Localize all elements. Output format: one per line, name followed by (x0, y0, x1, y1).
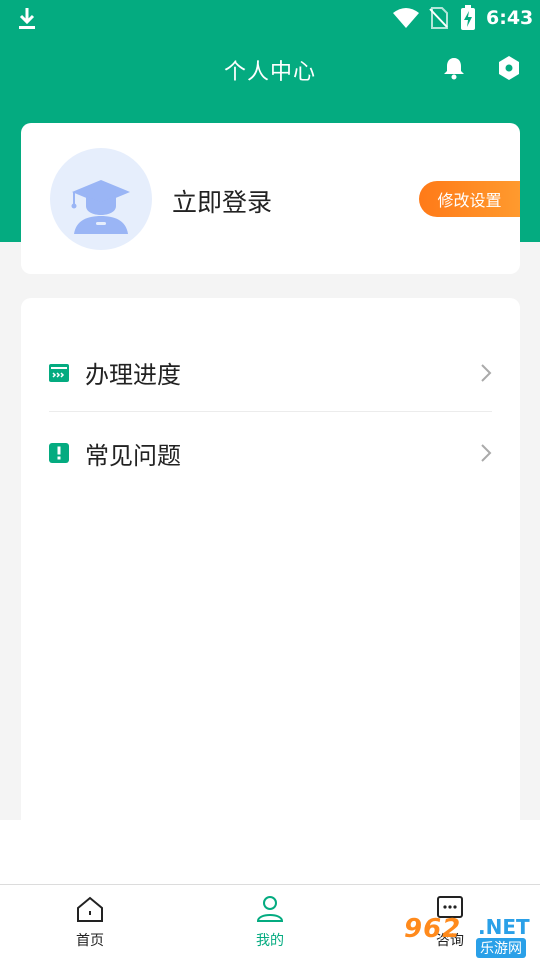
tab-mine[interactable]: 我的 (220, 895, 320, 950)
menu-item-label: 办理进度 (85, 361, 181, 389)
site-watermark: 962 .NET 乐游网 (400, 914, 540, 960)
wifi-icon (392, 7, 420, 33)
watermark-domain: .NET (478, 915, 530, 939)
user-icon (255, 896, 285, 927)
menu-item-label: 常见问题 (85, 441, 181, 470)
content-bottom-area (0, 820, 540, 884)
settings-hexagon-icon[interactable] (497, 55, 521, 85)
chevron-right-icon (480, 443, 492, 463)
home-icon (75, 896, 105, 927)
avatar[interactable] (50, 148, 152, 250)
no-sim-icon (428, 7, 448, 33)
watermark-site: 乐游网 (476, 938, 526, 958)
download-icon (16, 6, 38, 34)
clock: 6:43 (486, 7, 534, 29)
menu-card: 办理进度 常见问题 (21, 298, 520, 820)
tab-label: 首页 (76, 933, 104, 949)
chevron-right-icon (480, 363, 492, 383)
menu-item-progress[interactable]: 办理进度 (49, 334, 492, 412)
menu-item-faq[interactable]: 常见问题 (49, 414, 492, 492)
login-link[interactable]: 立即登录 (172, 183, 272, 219)
progress-card-icon (49, 363, 69, 383)
profile-card[interactable]: 立即登录 修改设置 (21, 123, 520, 274)
edit-settings-button[interactable]: 修改设置 (419, 181, 520, 217)
title-bar: 个人中心 (0, 46, 540, 90)
watermark-number: 962 (404, 914, 462, 944)
tab-label: 我的 (256, 933, 284, 949)
tab-home[interactable]: 首页 (40, 895, 140, 950)
bell-icon[interactable] (443, 56, 465, 84)
status-bar: 6:43 (0, 0, 540, 36)
battery-charging-icon (460, 5, 476, 35)
exclamation-icon (49, 443, 69, 463)
